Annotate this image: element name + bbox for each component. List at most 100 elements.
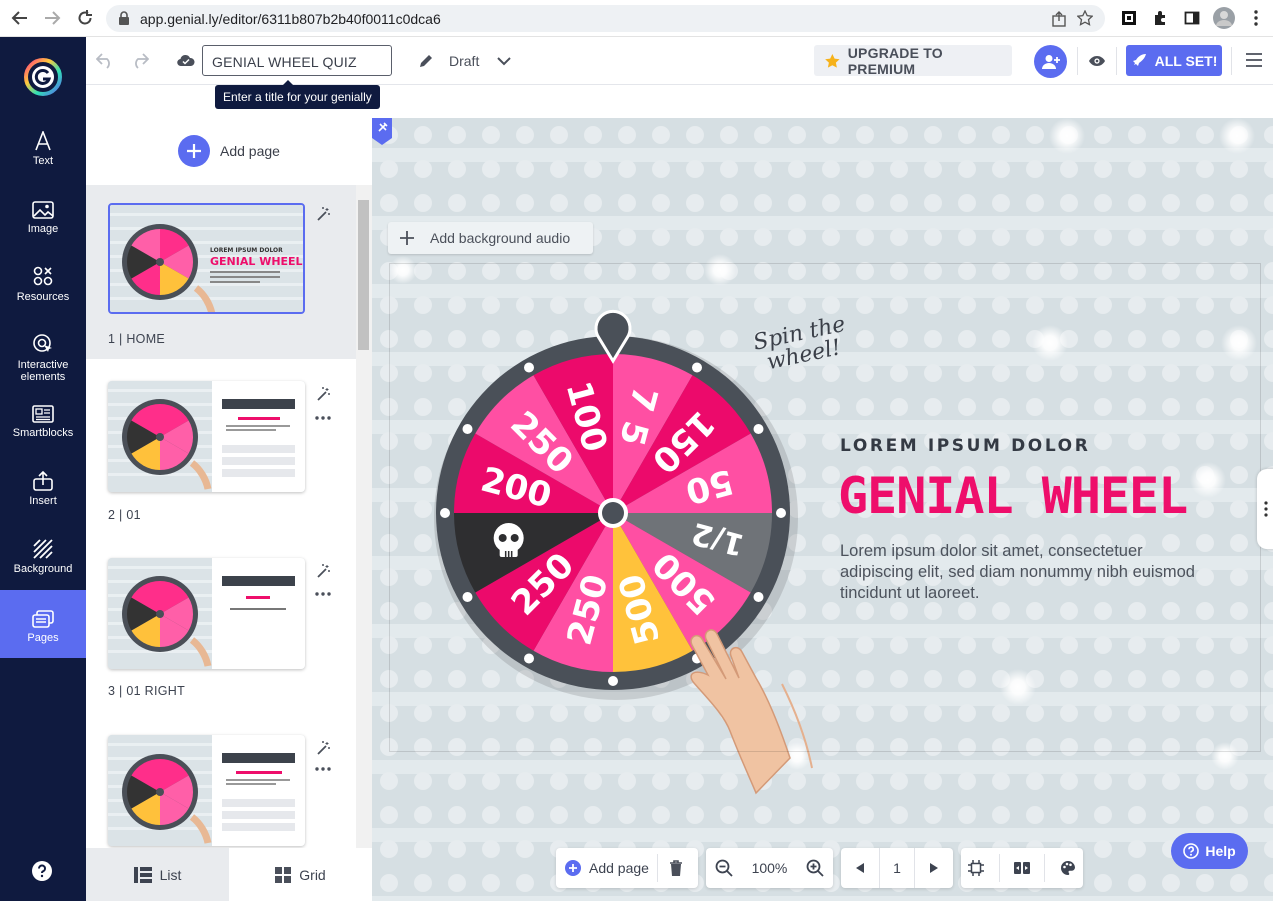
share-icon[interactable] bbox=[1051, 11, 1067, 27]
zoom-controls: 100% bbox=[706, 848, 833, 888]
page-item[interactable]: 3 | 01 RIGHT bbox=[86, 535, 356, 711]
next-page-icon[interactable] bbox=[915, 863, 953, 873]
pages-icon bbox=[32, 602, 54, 628]
help-icon bbox=[1183, 843, 1200, 859]
page-thumbnail[interactable] bbox=[108, 381, 305, 492]
extensions-puzzle-icon[interactable] bbox=[1148, 6, 1172, 30]
more-options-icon[interactable] bbox=[315, 767, 331, 771]
sidepanel-icon[interactable] bbox=[1180, 6, 1204, 30]
bookmark-star-icon[interactable] bbox=[1077, 10, 1093, 26]
page-thumbnail[interactable] bbox=[108, 735, 305, 846]
page-item[interactable] bbox=[86, 711, 356, 848]
help-circle-icon[interactable] bbox=[32, 861, 52, 881]
page-item[interactable]: LOREM IPSUM DOLOR GENIAL WHEEL 1 | HOME bbox=[86, 185, 356, 359]
nav-pages-label: Pages bbox=[27, 632, 59, 644]
bottom-add-page-button[interactable]: Add page bbox=[556, 860, 649, 876]
browser-menu-icon[interactable] bbox=[1244, 6, 1268, 30]
genially-logo[interactable] bbox=[23, 57, 63, 97]
zoom-level[interactable]: 100% bbox=[752, 860, 788, 876]
address-bar[interactable]: app.genial.ly/editor/6311b807b2b40f0011c… bbox=[106, 5, 1105, 32]
pages-panel: Add page LOREM IPSUM DOLOR GENIAL WHEEL … bbox=[86, 118, 372, 901]
page-thumbnail[interactable]: LOREM IPSUM DOLOR GENIAL WHEEL bbox=[108, 203, 305, 314]
plus-icon bbox=[400, 231, 414, 245]
page-label: 3 | 01 RIGHT bbox=[108, 684, 186, 698]
help-label: Help bbox=[1205, 843, 1236, 859]
add-collaborator-button[interactable] bbox=[1034, 45, 1067, 78]
canvas-bottom-bar: Add page 100% 1 bbox=[556, 848, 1083, 888]
nav-text[interactable]: Text bbox=[0, 119, 86, 187]
nav-insert-label: Insert bbox=[29, 495, 57, 507]
toolbar-divider bbox=[1077, 47, 1078, 75]
tab-grid[interactable]: Grid bbox=[229, 848, 372, 901]
nav-interactive-elements[interactable]: Interactive elements bbox=[0, 323, 86, 391]
slide-subtitle[interactable]: LOREM IPSUM DOLOR bbox=[840, 436, 1090, 456]
magic-wand-icon[interactable] bbox=[317, 387, 331, 401]
magic-wand-icon[interactable] bbox=[317, 564, 331, 578]
page-thumbnail[interactable] bbox=[108, 558, 305, 669]
nav-smartblocks[interactable]: Smartblocks bbox=[0, 391, 86, 459]
slide-body-text[interactable]: Lorem ipsum dolor sit amet, consectetuer… bbox=[840, 541, 1200, 604]
bg-audio-label: Add background audio bbox=[430, 230, 571, 246]
undo-icon[interactable] bbox=[96, 53, 114, 69]
help-button[interactable]: Help bbox=[1171, 833, 1248, 869]
page-label: 2 | 01 bbox=[108, 508, 141, 522]
add-background-audio-button[interactable]: Add background audio bbox=[388, 222, 593, 254]
nav-resources[interactable]: Resources bbox=[0, 255, 86, 323]
upgrade-premium-button[interactable]: UPGRADE TO PREMIUM bbox=[814, 45, 1012, 77]
nav-pages[interactable]: Pages bbox=[0, 590, 86, 658]
magic-wand-icon[interactable] bbox=[317, 207, 331, 221]
divider bbox=[998, 854, 1000, 882]
editor-canvas[interactable]: 7 5 150 50 1/2 500 500 250 250 200 250 1… bbox=[372, 118, 1273, 901]
magic-wand-icon[interactable] bbox=[317, 741, 331, 755]
nav-insert[interactable]: Insert bbox=[0, 459, 86, 527]
image-icon bbox=[32, 193, 54, 219]
more-options-icon[interactable] bbox=[315, 416, 331, 420]
zoom-in-icon[interactable] bbox=[806, 859, 824, 877]
nav-image[interactable]: Image bbox=[0, 187, 86, 255]
split-view-icon[interactable] bbox=[1013, 860, 1030, 876]
add-page-button[interactable]: Add page bbox=[178, 135, 280, 167]
palette-icon[interactable] bbox=[1060, 860, 1076, 876]
page-label: 1 | HOME bbox=[108, 332, 166, 346]
nav-resources-label: Resources bbox=[16, 291, 70, 303]
page-list: LOREM IPSUM DOLOR GENIAL WHEEL 1 | HOME bbox=[86, 185, 372, 848]
reload-icon[interactable] bbox=[73, 6, 97, 30]
page-navigation: 1 bbox=[841, 848, 953, 888]
view-tools bbox=[961, 848, 1083, 888]
page-item[interactable]: 2 | 01 bbox=[86, 359, 356, 535]
browser-chrome: app.genial.ly/editor/6311b807b2b40f0011c… bbox=[0, 0, 1273, 37]
current-page-number[interactable]: 1 bbox=[879, 848, 915, 888]
rocket-icon bbox=[1132, 53, 1146, 66]
vertical-dots-icon bbox=[1264, 501, 1268, 517]
slide-title[interactable]: GENIAL WHEEL bbox=[838, 467, 1188, 525]
genially-title-input[interactable]: GENIAL WHEEL QUIZ bbox=[202, 45, 392, 76]
nav-background[interactable]: Background bbox=[0, 527, 86, 595]
profile-avatar[interactable] bbox=[1212, 6, 1236, 30]
preview-eye-icon[interactable] bbox=[1088, 55, 1106, 67]
nav-background-label: Background bbox=[13, 563, 73, 575]
right-panel-handle[interactable] bbox=[1257, 469, 1273, 549]
prev-page-icon[interactable] bbox=[841, 863, 879, 873]
back-icon[interactable] bbox=[8, 6, 32, 30]
more-options-icon[interactable] bbox=[315, 592, 331, 596]
chevron-down-icon[interactable] bbox=[497, 57, 511, 66]
star-icon bbox=[825, 53, 840, 68]
title-tooltip: Enter a title for your genially bbox=[215, 80, 380, 109]
list-view-icon bbox=[133, 866, 152, 883]
fit-screen-icon[interactable] bbox=[968, 860, 985, 876]
background-icon bbox=[33, 533, 53, 559]
all-set-publish-button[interactable]: ALL SET! bbox=[1126, 45, 1222, 76]
extension-app-icon[interactable] bbox=[1117, 6, 1141, 30]
tab-list[interactable]: List bbox=[86, 848, 229, 901]
redo-icon[interactable] bbox=[131, 53, 149, 69]
insert-icon bbox=[32, 465, 54, 491]
hamburger-menu-icon[interactable] bbox=[1246, 53, 1262, 67]
pencil-icon bbox=[418, 53, 434, 69]
scrollbar-thumb[interactable] bbox=[358, 200, 369, 350]
nav-interactive-label: Interactive elements bbox=[17, 359, 69, 383]
zoom-out-icon[interactable] bbox=[715, 859, 733, 877]
forward-icon[interactable] bbox=[40, 6, 64, 30]
trash-icon[interactable] bbox=[669, 860, 683, 876]
add-page-label: Add page bbox=[220, 143, 280, 159]
draft-status[interactable]: Draft bbox=[449, 53, 479, 69]
